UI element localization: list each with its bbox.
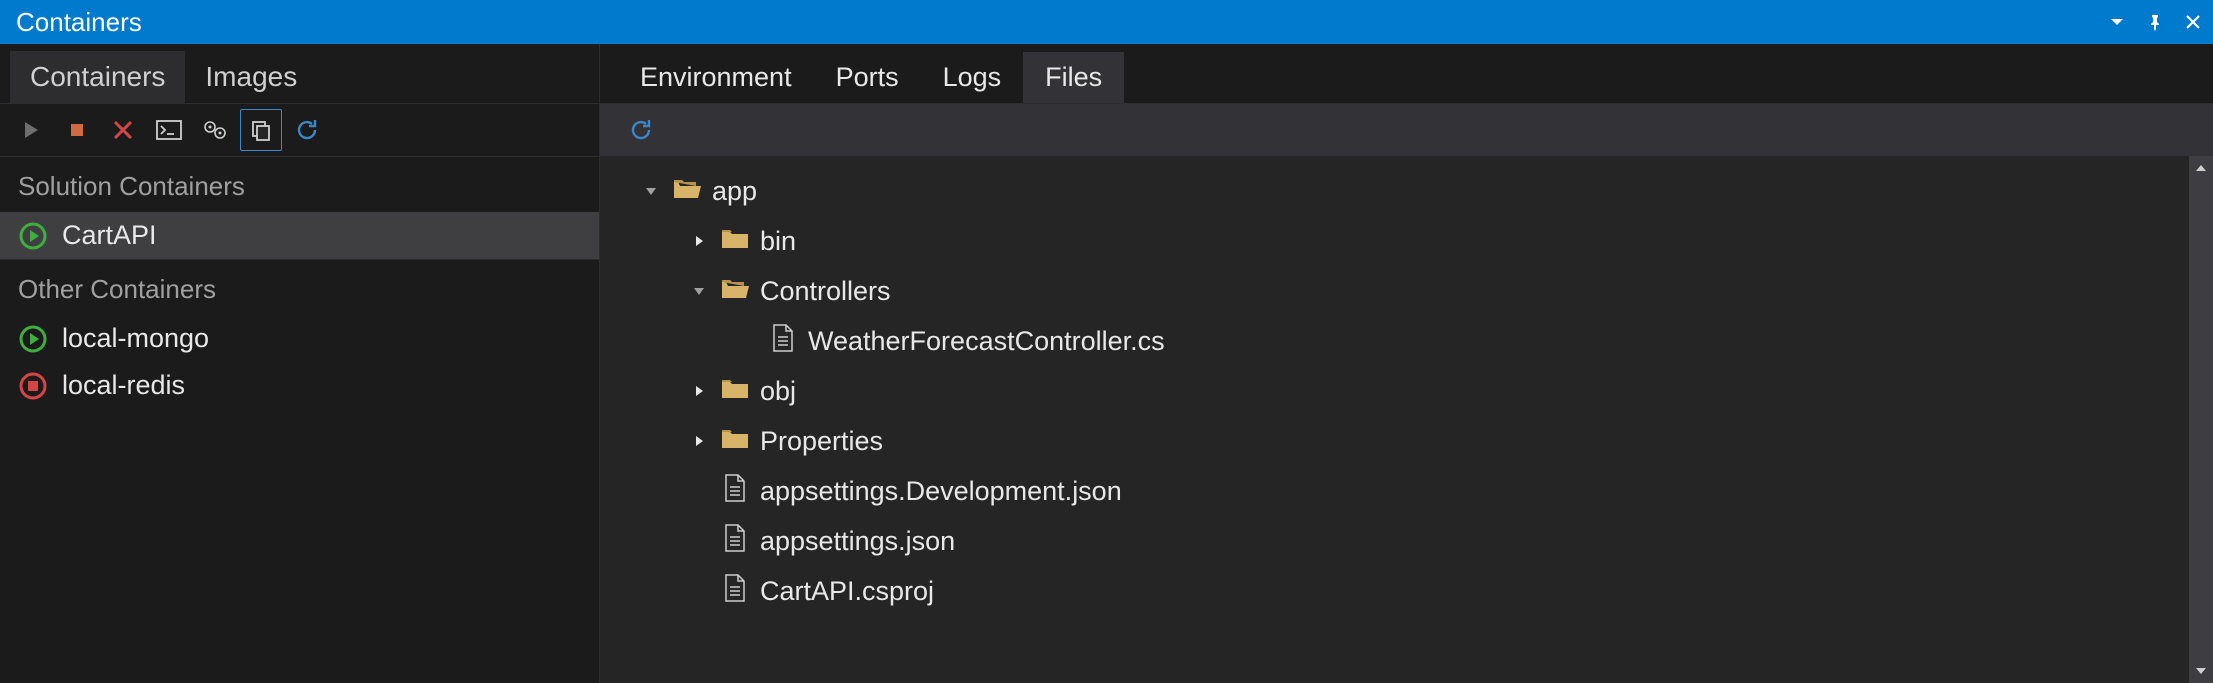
- container-item[interactable]: local-mongo: [0, 315, 599, 362]
- settings-button[interactable]: [194, 109, 236, 151]
- container-name: local-redis: [62, 370, 185, 401]
- tree-node-label: WeatherForecastController.cs: [808, 326, 1165, 357]
- solution-containers-list: CartAPI: [0, 212, 599, 259]
- window-dropdown-icon[interactable]: [2103, 8, 2131, 36]
- stop-icon: [18, 371, 48, 401]
- window-title: Containers: [16, 7, 142, 38]
- tree-node-label: Controllers: [760, 276, 891, 307]
- title-bar: Containers: [0, 0, 2213, 44]
- play-icon: [18, 221, 48, 251]
- tree-file[interactable]: CartAPI.csproj: [630, 566, 2213, 616]
- tree-folder[interactable]: obj: [630, 366, 2213, 416]
- play-icon: [18, 324, 48, 354]
- left-panel: Containers Images: [0, 44, 600, 683]
- file-icon: [768, 323, 798, 360]
- tree-twisty-none: [736, 330, 758, 352]
- scroll-up-icon[interactable]: [2189, 156, 2213, 180]
- chevron-down-icon[interactable]: [640, 180, 662, 202]
- tree-node-label: bin: [760, 226, 796, 257]
- copy-button[interactable]: [240, 109, 282, 151]
- folder-icon: [720, 223, 750, 260]
- tree-file[interactable]: appsettings.json: [630, 516, 2213, 566]
- refresh-button[interactable]: [286, 109, 328, 151]
- tree-twisty-none: [688, 530, 710, 552]
- tab-label: Environment: [640, 62, 792, 92]
- other-containers-list: local-mongo local-redis: [0, 315, 599, 409]
- container-name: CartAPI: [62, 220, 157, 251]
- container-item[interactable]: local-redis: [0, 362, 599, 409]
- chevron-right-icon[interactable]: [688, 430, 710, 452]
- folder-icon: [720, 373, 750, 410]
- close-icon[interactable]: [2179, 8, 2207, 36]
- left-tabs: Containers Images: [0, 44, 599, 104]
- tab-images[interactable]: Images: [185, 51, 317, 103]
- tab-label: Logs: [943, 62, 1002, 92]
- container-name: local-mongo: [62, 323, 209, 354]
- panel-body: Containers Images: [0, 44, 2213, 683]
- tree-folder[interactable]: Properties: [630, 416, 2213, 466]
- section-header-other: Other Containers: [0, 259, 599, 315]
- vertical-scrollbar[interactable]: [2189, 156, 2213, 683]
- tab-label: Ports: [836, 62, 899, 92]
- tab-environment[interactable]: Environment: [618, 52, 814, 103]
- chevron-right-icon[interactable]: [688, 380, 710, 402]
- tree-node-label: appsettings.json: [760, 526, 955, 557]
- chevron-down-icon[interactable]: [688, 280, 710, 302]
- tree-node-label: Properties: [760, 426, 883, 457]
- terminal-button[interactable]: [148, 109, 190, 151]
- title-bar-controls: [2103, 0, 2207, 44]
- tab-files[interactable]: Files: [1023, 52, 1124, 103]
- tab-logs[interactable]: Logs: [921, 52, 1024, 103]
- tree-twisty-none: [688, 580, 710, 602]
- section-header-solution: Solution Containers: [0, 156, 599, 212]
- container-item[interactable]: CartAPI: [0, 212, 599, 259]
- tree-folder[interactable]: Controllers: [630, 266, 2213, 316]
- folder-icon: [720, 273, 750, 310]
- folder-icon: [720, 423, 750, 460]
- file-icon: [720, 473, 750, 510]
- tree-node-label: CartAPI.csproj: [760, 576, 934, 607]
- file-icon: [720, 523, 750, 560]
- scroll-down-icon[interactable]: [2189, 659, 2213, 683]
- tree-node-label: app: [712, 176, 757, 207]
- tree-folder[interactable]: app: [630, 166, 2213, 216]
- folder-icon: [672, 173, 702, 210]
- file-icon: [720, 573, 750, 610]
- right-panel: Environment Ports Logs Files appbin Contr…: [600, 44, 2213, 683]
- containers-window: Containers Containers Images: [0, 0, 2213, 683]
- refresh-files-button[interactable]: [620, 109, 662, 151]
- tab-ports[interactable]: Ports: [814, 52, 921, 103]
- tree-folder[interactable]: bin: [630, 216, 2213, 266]
- tree-node-label: appsettings.Development.json: [760, 476, 1122, 507]
- delete-button[interactable]: [102, 109, 144, 151]
- right-toolbar: [600, 104, 2213, 156]
- section-label: Other Containers: [18, 274, 216, 304]
- tab-containers[interactable]: Containers: [10, 51, 185, 103]
- chevron-right-icon[interactable]: [688, 230, 710, 252]
- left-toolbar: [0, 104, 599, 156]
- tab-label: Containers: [30, 61, 165, 92]
- stop-button[interactable]: [56, 109, 98, 151]
- section-label: Solution Containers: [18, 171, 245, 201]
- start-button[interactable]: [10, 109, 52, 151]
- tree-file[interactable]: appsettings.Development.json: [630, 466, 2213, 516]
- file-tree[interactable]: appbin Controllers WeatherForecastControll…: [600, 156, 2213, 683]
- right-tabs: Environment Ports Logs Files: [600, 44, 2213, 104]
- tree-node-label: obj: [760, 376, 796, 407]
- tree-file[interactable]: WeatherForecastController.cs: [630, 316, 2213, 366]
- tree-twisty-none: [688, 480, 710, 502]
- tab-label: Files: [1045, 62, 1102, 92]
- pin-icon[interactable]: [2141, 8, 2169, 36]
- tab-label: Images: [205, 61, 297, 92]
